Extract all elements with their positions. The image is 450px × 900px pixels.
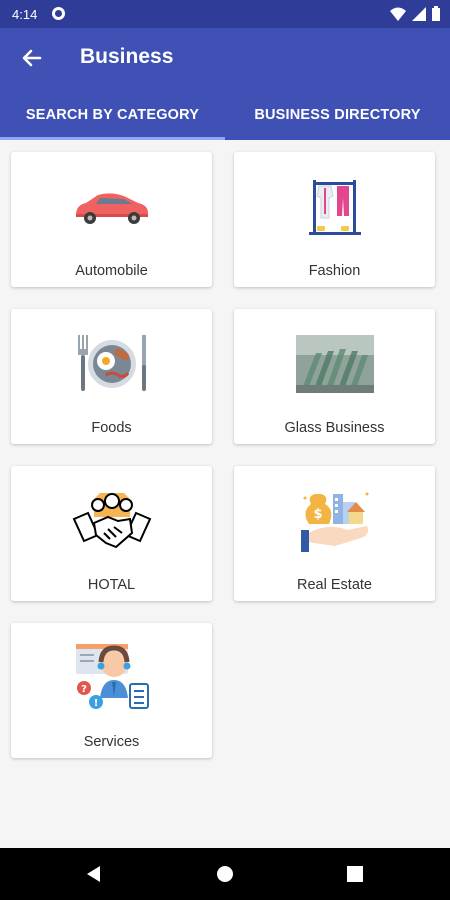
navigation-bar: [0, 848, 450, 900]
category-card-fashion[interactable]: Fashion: [234, 152, 435, 287]
real-estate-icon: $: [293, 486, 377, 556]
glass-sheets-icon: [293, 329, 377, 399]
category-label: Glass Business: [284, 420, 385, 436]
category-card-foods[interactable]: Foods: [11, 309, 212, 444]
category-card-services[interactable]: ? ! Services: [11, 623, 212, 758]
svg-text:?: ?: [81, 684, 87, 695]
nav-back-icon[interactable]: [64, 848, 124, 900]
category-card-hotal[interactable]: HOTAL: [11, 466, 212, 601]
tab-business-directory[interactable]: BUSINESS DIRECTORY: [225, 90, 450, 140]
nav-recents-icon[interactable]: [325, 848, 385, 900]
category-card-glass-business[interactable]: Glass Business: [234, 309, 435, 444]
category-card-automobile[interactable]: Automobile: [11, 152, 212, 287]
svg-text:$: $: [313, 507, 322, 522]
back-arrow-icon[interactable]: [18, 44, 46, 72]
category-grid: Automobile Fashion Foods Glass Business …: [11, 152, 436, 758]
page-title: Business: [80, 45, 174, 68]
category-label: Fashion: [308, 263, 361, 279]
nav-home-icon[interactable]: [195, 848, 255, 900]
tab-search-by-category[interactable]: SEARCH BY CATEGORY: [0, 90, 225, 140]
category-label: Services: [83, 734, 140, 750]
category-card-real-estate[interactable]: $ Real Estate: [234, 466, 435, 601]
notification-icon: [52, 7, 65, 20]
tab-bar: SEARCH BY CATEGORY BUSINESS DIRECTORY: [0, 90, 450, 140]
battery-icon: [432, 6, 440, 21]
car-icon: [70, 172, 154, 242]
clothes-rack-icon: [293, 172, 377, 242]
app-bar: Business SEARCH BY CATEGORY BUSINESS DIR…: [0, 28, 450, 140]
signal-icon: [412, 6, 426, 21]
category-label: Foods: [91, 420, 132, 436]
customer-service-icon: ? !: [70, 643, 154, 713]
category-label: Automobile: [75, 263, 148, 279]
category-label: Real Estate: [297, 577, 372, 593]
status-time: 4:14: [12, 7, 38, 22]
status-bar: 4:14: [0, 0, 450, 28]
handshake-icon: [70, 486, 154, 556]
category-label: HOTAL: [87, 577, 136, 593]
svg-text:!: !: [93, 698, 98, 709]
breakfast-plate-icon: [70, 329, 154, 399]
wifi-icon: [390, 7, 406, 21]
